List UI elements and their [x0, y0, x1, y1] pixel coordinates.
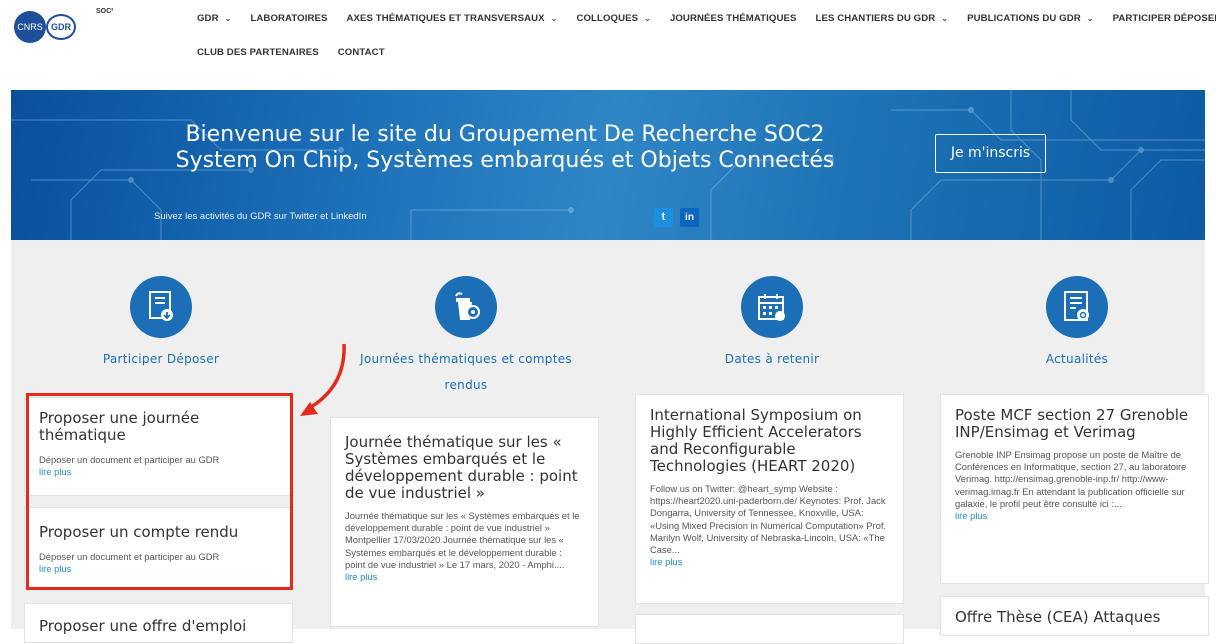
card-description: Journée thématique sur les « Systèmes em…: [345, 510, 580, 570]
soc-logo-text: SOC²: [96, 8, 114, 15]
gdr-logo: GDR: [46, 14, 76, 40]
nav-item-label: PUBLICATIONS DU GDR: [967, 13, 1081, 24]
chevron-down-icon[interactable]: ⌄: [1087, 14, 1094, 23]
nav-item-axes-thématiques-et-transversaux[interactable]: AXES THÉMATIQUES ET TRANSVERSAUX ⌄: [347, 13, 558, 24]
main-nav: GDR ⌄ LABORATOIRES AXES THÉMATIQUES ET TRAN…: [197, 13, 1216, 81]
site-logo[interactable]: CNRS GDR SOC²: [14, 8, 134, 44]
calendar-icon[interactable]: [741, 276, 803, 338]
hero-follow-text: Suivez les activités du GDR sur Twitter …: [154, 211, 367, 222]
card-journee-thematique[interactable]: Journée thématique sur les « Systèmes em…: [330, 417, 599, 627]
twitter-icon[interactable]: t: [654, 208, 673, 227]
chevron-down-icon[interactable]: ⌄: [644, 14, 651, 23]
card-dates-next[interactable]: [635, 614, 904, 644]
nav-item-label: COLLOQUES: [576, 13, 639, 24]
nav-item-label: JOURNÉES THÉMATIQUES: [669, 13, 797, 24]
column-title[interactable]: Participer Déposer: [24, 346, 298, 372]
card-title[interactable]: Poste MCF section 27 Grenoble INP/Ensima…: [955, 407, 1194, 441]
chevron-down-icon[interactable]: ⌄: [551, 14, 558, 23]
nav-item-label: CLUB DES PARTENAIRES: [197, 47, 319, 58]
card-heart-2020[interactable]: International Symposium on Highly Effici…: [635, 394, 904, 604]
column-title[interactable]: Dates à retenir: [635, 346, 909, 372]
hero-banner: Bienvenue sur le site du Groupement De R…: [11, 90, 1205, 240]
card-poste-mcf[interactable]: Poste MCF section 27 Grenoble INP/Ensima…: [940, 394, 1209, 584]
highlight-arrow: [300, 343, 346, 416]
nav-item-colloques[interactable]: COLLOQUES ⌄: [576, 13, 650, 24]
hero-title-line2: System On Chip, Systèmes embarqués et Ob…: [175, 148, 835, 173]
nav-item-participer-déposer[interactable]: PARTICIPER DÉPOSER: [1113, 13, 1216, 24]
nav-item-label: AXES THÉMATIQUES ET TRANSVERSAUX: [346, 13, 545, 24]
linkedin-icon[interactable]: in: [680, 208, 699, 227]
document-upload-icon[interactable]: [130, 276, 192, 338]
card-title[interactable]: Journée thématique sur les « Systèmes em…: [345, 434, 584, 502]
site-header: CNRS GDR SOC² GDR ⌄ LABORATOIRES AXES THÉMA…: [0, 0, 1216, 70]
chevron-down-icon[interactable]: ⌄: [941, 14, 948, 23]
hero-title: Bienvenue sur le site du Groupement De R…: [155, 122, 855, 174]
hero-title-line1: Bienvenue sur le site du Groupement De R…: [185, 122, 825, 147]
nav-item-contact[interactable]: CONTACT: [338, 47, 385, 58]
read-more-link[interactable]: lire plus: [650, 556, 889, 568]
social-links: t in: [654, 208, 699, 227]
column-title[interactable]: Actualités: [940, 346, 1214, 372]
nav-item-publications-du-gdr[interactable]: PUBLICATIONS DU GDR ⌄: [967, 13, 1093, 24]
read-more-link[interactable]: lire plus: [955, 510, 1194, 522]
news-document-icon[interactable]: [1046, 276, 1108, 338]
highlight-box: [26, 393, 293, 590]
read-more-link[interactable]: lire plus: [345, 571, 584, 583]
nav-item-label: LABORATOIRES: [250, 13, 328, 24]
nav-item-laboratoires[interactable]: LABORATOIRES: [250, 13, 327, 24]
signup-button[interactable]: Je m'inscris: [935, 134, 1046, 173]
podium-location-icon[interactable]: [435, 276, 497, 338]
card-title[interactable]: International Symposium on Highly Effici…: [650, 407, 889, 475]
nav-item-club-des-partenaires[interactable]: CLUB DES PARTENAIRES: [197, 47, 319, 58]
nav-item-gdr[interactable]: GDR ⌄: [197, 13, 231, 24]
nav-item-label: PARTICIPER DÉPOSER: [1112, 13, 1216, 24]
cnrs-logo: CNRS: [14, 11, 46, 43]
card-description: Grenoble INP Ensimag propose un poste de…: [955, 449, 1187, 509]
card-title[interactable]: Proposer une offre d'emploi: [39, 618, 278, 635]
card-offre-these[interactable]: Offre Thèse (CEA) Attaques: [940, 596, 1209, 636]
nav-item-label: GDR: [197, 13, 219, 24]
nav-item-les-chantiers-du-gdr[interactable]: LES CHANTIERS DU GDR ⌄: [816, 13, 949, 24]
card-description: Follow us on Twitter: @heart_symp Websit…: [650, 483, 887, 556]
nav-item-label: LES CHANTIERS DU GDR: [815, 13, 936, 24]
card-title[interactable]: Offre Thèse (CEA) Attaques: [955, 609, 1194, 626]
card-proposer-offre-emploi[interactable]: Proposer une offre d'emploi: [24, 603, 293, 643]
column-title[interactable]: Journées thématiques et comptes rendus: [329, 346, 603, 398]
chevron-down-icon[interactable]: ⌄: [225, 14, 232, 23]
nav-item-label: CONTACT: [337, 47, 385, 58]
nav-item-journées-thématiques[interactable]: JOURNÉES THÉMATIQUES: [670, 13, 797, 24]
